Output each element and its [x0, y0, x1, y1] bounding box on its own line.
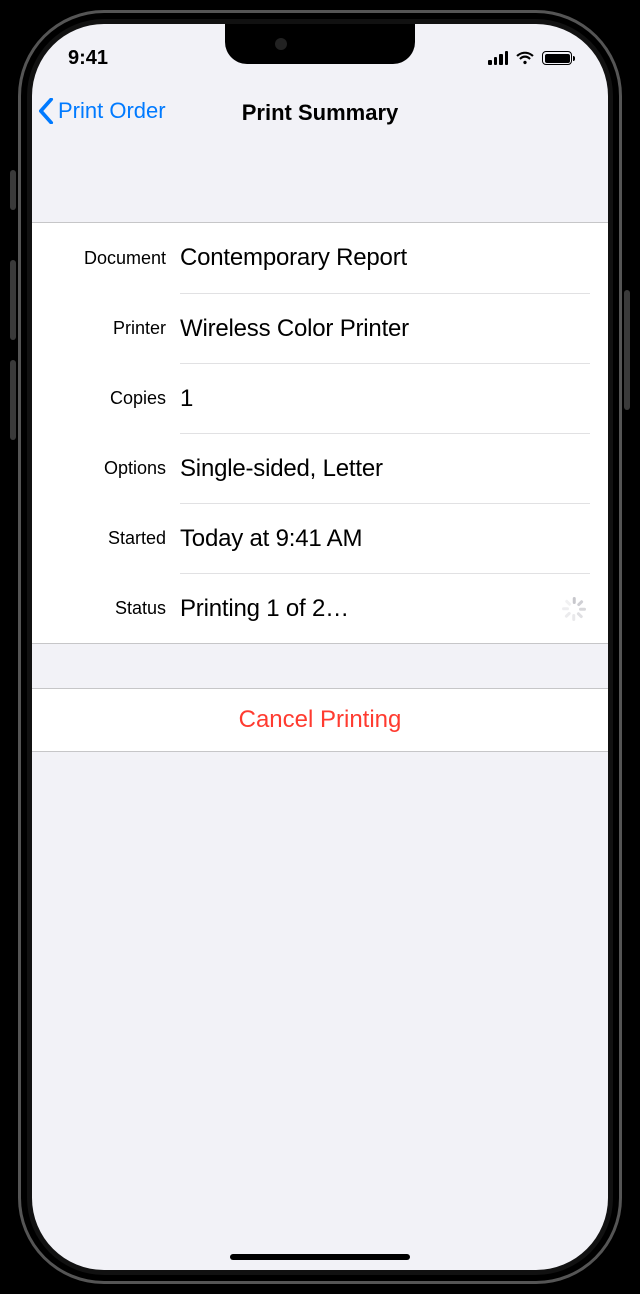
label-options: Options — [32, 458, 180, 479]
print-details-group: Document Contemporary Report Printer Wir… — [32, 222, 608, 644]
status-time: 9:41 — [68, 47, 108, 70]
row-started: Started Today at 9:41 AM — [32, 503, 608, 573]
silent-switch — [10, 170, 16, 210]
screen: 9:41 Print Order Print Summary Document — [32, 24, 608, 1270]
label-document: Document — [32, 248, 180, 269]
label-started: Started — [32, 528, 180, 549]
label-copies: Copies — [32, 388, 180, 409]
row-printer: Printer Wireless Color Printer — [32, 293, 608, 363]
battery-icon — [542, 51, 572, 65]
power-button — [624, 290, 630, 410]
value-printer: Wireless Color Printer — [180, 315, 409, 343]
home-indicator[interactable] — [230, 1254, 410, 1260]
phone-frame: 9:41 Print Order Print Summary Document — [18, 10, 622, 1284]
row-copies: Copies 1 — [32, 363, 608, 433]
value-started: Today at 9:41 AM — [180, 525, 362, 553]
notch — [225, 24, 415, 64]
cancel-printing-button[interactable]: Cancel Printing — [32, 689, 608, 751]
status-indicators — [488, 51, 572, 65]
value-status: Printing 1 of 2… — [180, 595, 349, 623]
label-printer: Printer — [32, 318, 180, 339]
cancel-label: Cancel Printing — [239, 706, 402, 734]
cancel-group: Cancel Printing — [32, 688, 608, 752]
value-options: Single-sided, Letter — [180, 455, 383, 483]
label-status: Status — [32, 598, 180, 619]
volume-up-button — [10, 260, 16, 340]
value-copies: 1 — [180, 385, 193, 413]
row-status: Status Printing 1 of 2… — [32, 573, 608, 643]
wifi-icon — [515, 51, 535, 65]
value-document: Contemporary Report — [180, 244, 407, 272]
cellular-icon — [488, 51, 508, 65]
row-options: Options Single-sided, Letter — [32, 433, 608, 503]
row-document: Document Contemporary Report — [32, 223, 608, 293]
page-title: Print Summary — [32, 100, 608, 126]
spinner-icon — [562, 597, 586, 621]
nav-bar: Print Order Print Summary — [32, 82, 608, 166]
volume-down-button — [10, 360, 16, 440]
